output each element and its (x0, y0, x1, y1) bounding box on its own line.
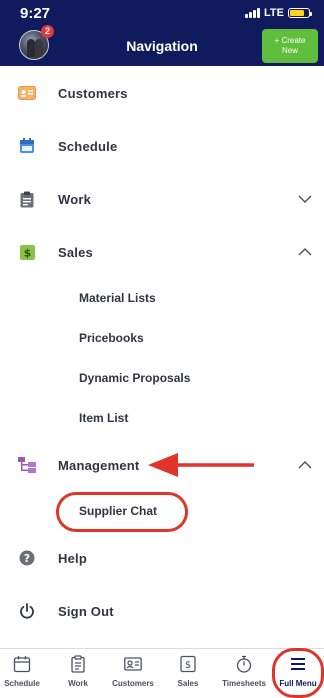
help-icon: ? (18, 549, 36, 567)
menu-label-schedule: Schedule (58, 138, 118, 154)
calendar-icon (18, 137, 36, 155)
create-new-button[interactable]: + Create New (262, 29, 318, 63)
annotation-highlight-oval (272, 648, 324, 698)
notification-badge: 2 (41, 25, 54, 38)
clipboard-icon (18, 190, 36, 208)
dollar-icon: $ (180, 655, 196, 673)
menu-label-help: Help (58, 550, 87, 566)
id-card-icon (124, 657, 142, 671)
menu-item-sign-out[interactable]: Sign Out (0, 591, 324, 631)
tab-customers[interactable]: Customers (105, 653, 161, 695)
menu-item-help[interactable]: ? Help (0, 538, 324, 578)
menu-item-customers[interactable]: Customers (0, 73, 324, 113)
tab-label-schedule: Schedule (4, 679, 40, 688)
annotation-highlight-oval (56, 492, 188, 532)
svg-text:$: $ (23, 246, 31, 259)
battery-icon (288, 8, 312, 18)
menu-label-management: Management (58, 457, 140, 473)
header: 9:27 LTE 2 Navigation + Create New (0, 0, 324, 66)
id-card-icon (18, 84, 36, 102)
status-indicators: LTE (245, 7, 312, 19)
tab-sales[interactable]: $ Sales (160, 653, 216, 695)
hierarchy-icon (18, 456, 36, 474)
menu-label-sales: Sales (58, 244, 93, 260)
create-button-line2: New (281, 46, 298, 55)
tab-label-work: Work (68, 679, 88, 688)
menu-item-sales[interactable]: $ Sales (0, 232, 324, 272)
chevron-down-icon[interactable] (298, 192, 312, 206)
tab-label-customers: Customers (112, 679, 154, 688)
chevron-up-icon[interactable] (298, 245, 312, 259)
menu-label-work: Work (58, 191, 92, 207)
create-button-line1: + Create (274, 36, 306, 45)
dollar-icon: $ (18, 243, 36, 261)
power-icon (18, 602, 36, 620)
submenu-item-material-lists[interactable]: Material Lists (79, 291, 156, 305)
clipboard-icon (71, 655, 85, 673)
signal-icon (245, 8, 261, 18)
menu-label-sign-out: Sign Out (58, 603, 114, 619)
tab-label-sales: Sales (177, 679, 199, 688)
submenu-item-dynamic-proposals[interactable]: Dynamic Proposals (79, 371, 190, 385)
tab-work[interactable]: Work (50, 653, 106, 695)
menu-item-work[interactable]: Work (0, 179, 324, 219)
stopwatch-icon (236, 655, 252, 673)
menu-item-schedule[interactable]: Schedule (0, 126, 324, 166)
submenu-item-pricebooks[interactable]: Pricebooks (79, 331, 144, 345)
tab-schedule[interactable]: Schedule (0, 653, 50, 695)
menu-label-customers: Customers (58, 85, 128, 101)
annotation-arrow (148, 453, 254, 477)
svg-text:?: ? (24, 552, 30, 565)
calendar-icon (13, 656, 31, 673)
tab-label-timesheets: Timesheets (222, 679, 266, 688)
tab-timesheets[interactable]: Timesheets (216, 653, 272, 695)
status-time: 9:27 (20, 5, 51, 22)
svg-text:$: $ (185, 660, 191, 671)
chevron-up-icon[interactable] (298, 458, 312, 472)
network-label: LTE (264, 7, 284, 19)
submenu-item-item-list[interactable]: Item List (79, 411, 128, 425)
